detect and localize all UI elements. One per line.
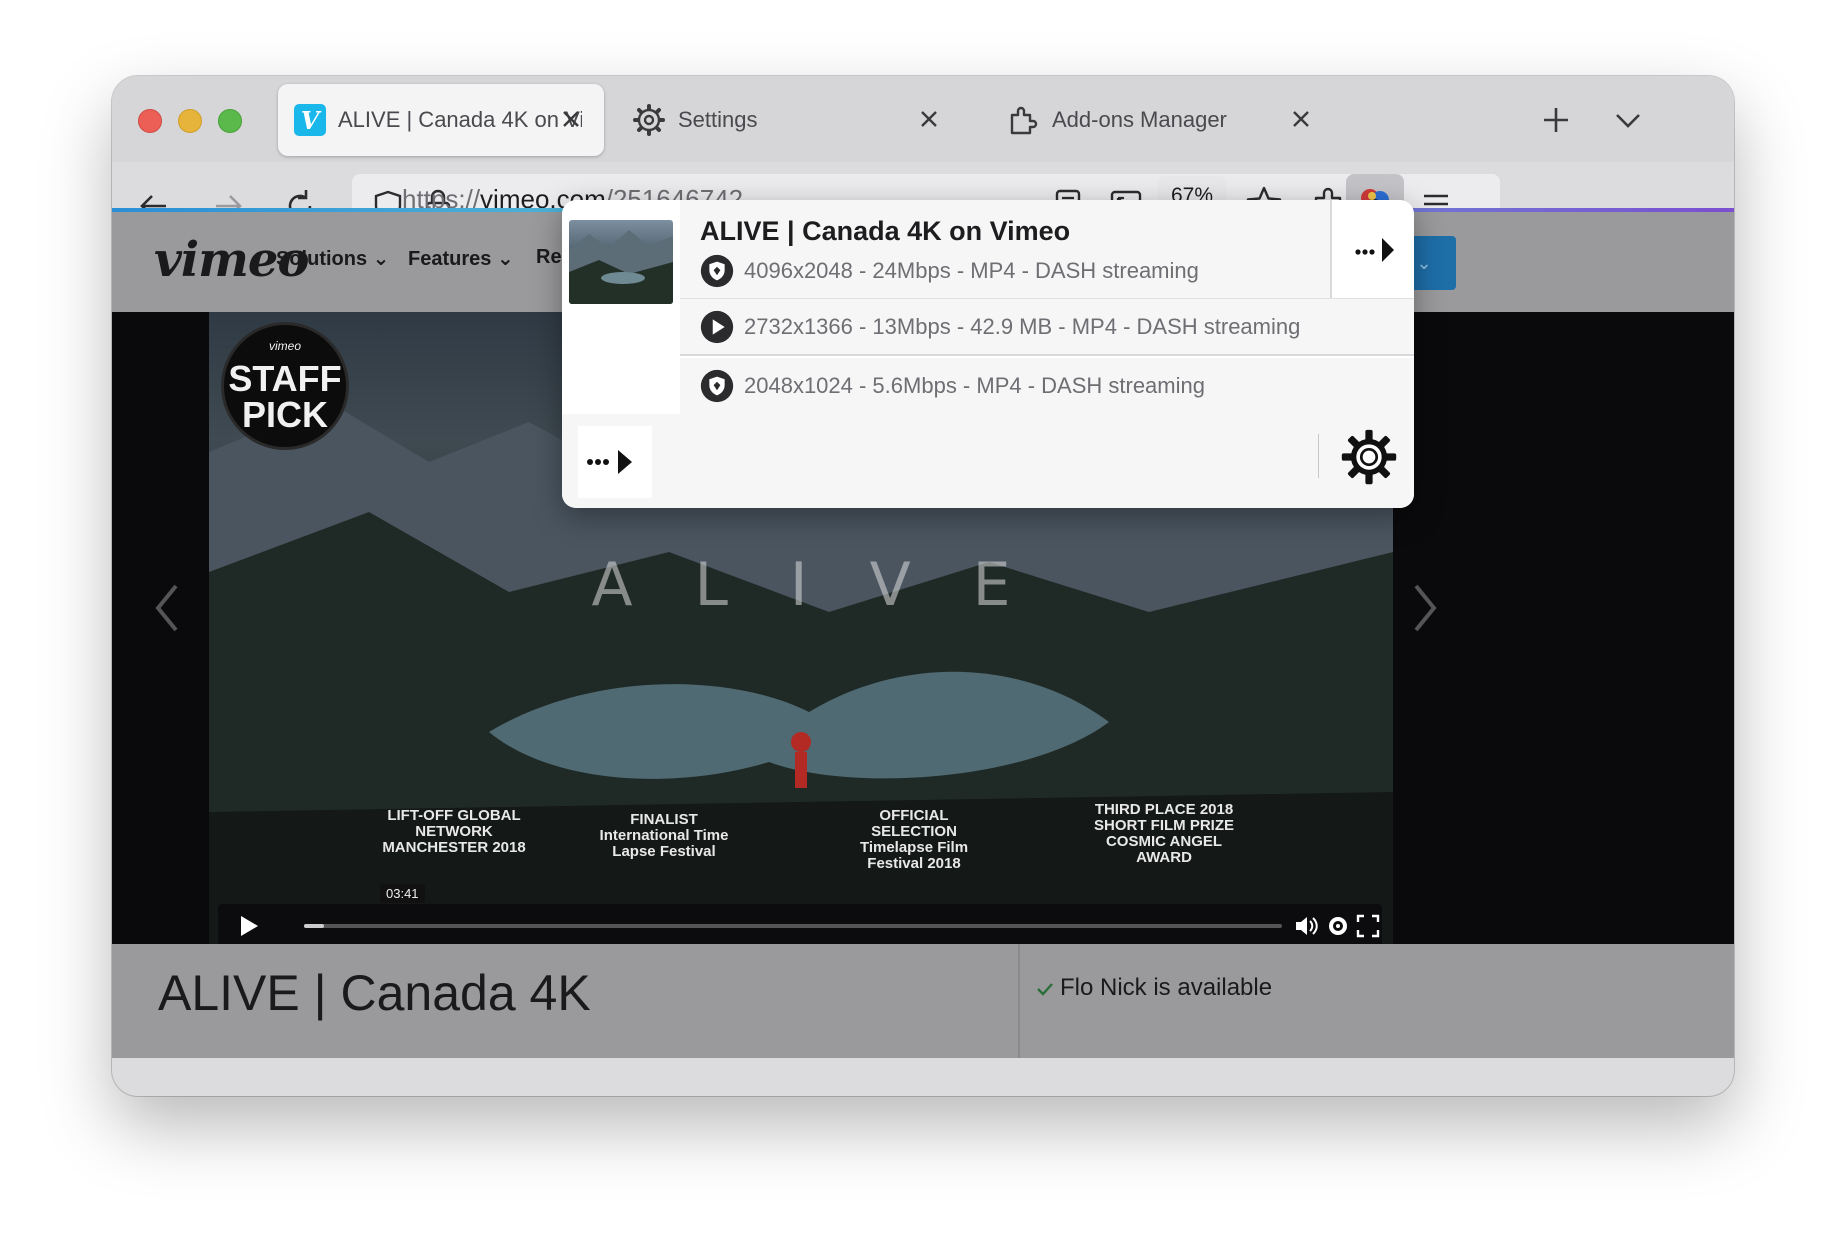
play-icon [700, 310, 734, 344]
format-label: 2732x1366 - 13Mbps - 42.9 MB - MP4 - DAS… [744, 314, 1301, 339]
more-arrow-icon [587, 450, 632, 474]
divider [1318, 434, 1319, 478]
shield-icon [700, 369, 734, 403]
nav-label: Solutions [276, 248, 368, 270]
nav-features[interactable]: Features ⌄ [408, 246, 514, 271]
chevron-down-icon[interactable] [1608, 100, 1648, 140]
more-options-button[interactable] [1338, 228, 1408, 272]
format-row[interactable]: 2048x1024 - 5.6Mbps - MP4 - DASH streami… [680, 358, 1414, 414]
minimize-window-button[interactable] [178, 109, 202, 133]
more-actions-button[interactable] [578, 426, 652, 498]
player-controls [218, 904, 1382, 948]
next-arrow-icon[interactable] [1404, 578, 1444, 638]
popup-video-title: ALIVE | Canada 4K on Vimeo [700, 216, 1071, 246]
seek-bar[interactable] [304, 924, 1282, 928]
close-window-button[interactable] [138, 109, 162, 133]
settings-gear-icon[interactable] [1324, 912, 1352, 940]
tab-settings[interactable]: Settings [622, 84, 962, 156]
format-row-primary[interactable]: ALIVE | Canada 4K on Vimeo 4096x2048 - 2… [680, 200, 1332, 298]
laurel-award: THIRD PLACE 2018 SHORT FILM PRIZE COSMIC… [1094, 801, 1234, 866]
video-title-overlay: ALIVE [591, 550, 1073, 620]
browser-window: V ALIVE | Canada 4K on Vimeo Settings [112, 76, 1734, 1096]
time-tooltip: 03:41 [380, 884, 425, 903]
nav-solutions[interactable]: Solutions ⌄ [276, 246, 389, 271]
puzzle-icon [1010, 106, 1038, 135]
tab-addons[interactable]: Add-ons Manager [988, 84, 1334, 156]
tab-label: Settings [678, 107, 758, 132]
chevron-down-icon: ⌄ [496, 248, 514, 270]
video-downloader-popup: ALIVE | Canada 4K on Vimeo 4096x2048 - 2… [562, 200, 1414, 508]
staff-pick-label: STAFF PICK [228, 358, 342, 435]
close-icon[interactable] [916, 106, 942, 132]
close-icon[interactable] [558, 106, 584, 132]
gear-icon [633, 104, 665, 136]
settings-gear-icon[interactable] [1340, 428, 1398, 486]
check-icon [1037, 983, 1053, 996]
fullscreen-icon[interactable] [1354, 912, 1382, 940]
staff-pick-badge: vimeo STAFF PICK [221, 322, 349, 450]
video-thumbnail [569, 220, 673, 304]
popup-footer [562, 414, 1414, 508]
chevron-down-icon: ⌄ [372, 248, 390, 270]
format-option[interactable]: 2048x1024 - 5.6Mbps - MP4 - DASH streami… [700, 368, 1205, 404]
prev-arrow-icon[interactable] [148, 578, 188, 638]
close-icon[interactable] [1288, 106, 1314, 132]
volume-icon[interactable] [1292, 912, 1320, 940]
play-button[interactable] [234, 912, 262, 940]
laurel-award: LIFT-OFF GLOBAL NETWORK MANCHESTER 2018 [382, 807, 526, 856]
nav-label: Features [408, 248, 492, 270]
laurel-award: FINALIST International Time Lapse Festiv… [599, 811, 729, 860]
format-row[interactable]: 2732x1366 - 13Mbps - 42.9 MB - MP4 - DAS… [680, 298, 1414, 356]
shield-icon [700, 254, 734, 288]
thumbnail-image [569, 230, 673, 304]
tab-label: ALIVE | Canada 4K on Vimeo [338, 107, 582, 132]
format-option[interactable]: 2732x1366 - 13Mbps - 42.9 MB - MP4 - DAS… [700, 309, 1300, 345]
tab-vimeo[interactable]: V ALIVE | Canada 4K on Vimeo [278, 84, 604, 156]
divider [1018, 944, 1020, 1058]
page-title: ALIVE | Canada 4K [158, 965, 591, 1021]
tab-label: Add-ons Manager [1052, 107, 1227, 132]
format-option[interactable]: 4096x2048 - 24Mbps - MP4 - DASH streamin… [700, 254, 1199, 288]
zoom-window-button[interactable] [218, 109, 242, 133]
video-info-section: ALIVE | Canada 4K Flo Nick is available [112, 944, 1734, 1058]
laurel-award: OFFICIAL SELECTION Timelapse Film Festiv… [859, 807, 969, 872]
format-label: 4096x2048 - 24Mbps - MP4 - DASH streamin… [744, 258, 1199, 283]
seek-progress [304, 924, 324, 928]
format-label: 2048x1024 - 5.6Mbps - MP4 - DASH streami… [744, 373, 1205, 398]
staff-pick-brand: vimeo [268, 339, 301, 353]
tab-strip: V ALIVE | Canada 4K on Vimeo Settings [112, 76, 1734, 162]
vimeo-icon: V [294, 104, 326, 136]
availability-status: Flo Nick is available [1060, 974, 1273, 1001]
new-tab-button[interactable] [1536, 100, 1576, 140]
